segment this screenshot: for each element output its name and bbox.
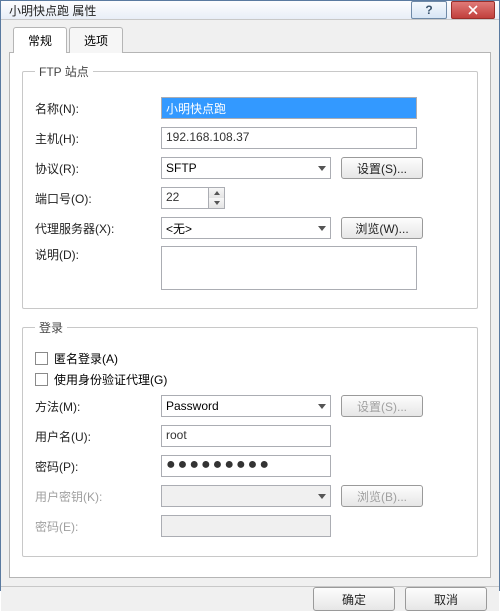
chevron-down-icon: [318, 494, 326, 499]
username-input[interactable]: root: [161, 425, 331, 447]
group-ftp-legend: FTP 站点: [35, 63, 93, 80]
port-input[interactable]: 22: [161, 187, 209, 209]
spin-buttons[interactable]: [209, 187, 225, 209]
spin-up-button[interactable]: [209, 188, 224, 198]
username-label: 用户名(U):: [35, 428, 161, 445]
close-icon: [468, 5, 478, 15]
protocol-combo[interactable]: SFTP: [161, 157, 331, 179]
group-ftp-site: FTP 站点 名称(N): 小明快点跑 主机(H): 192.168.108.3…: [22, 63, 478, 309]
passphrase-input: [161, 515, 331, 537]
description-textarea[interactable]: [161, 246, 417, 290]
dialog-window: 小明快点跑 属性 ? 常规 选项 FTP 站点 名称(N): 小明快点跑 主机(…: [0, 0, 500, 591]
caret-down-icon: [214, 201, 220, 205]
protocol-label: 协议(R):: [35, 160, 161, 177]
method-value: Password: [166, 399, 219, 413]
help-button[interactable]: ?: [411, 1, 447, 19]
protocol-value: SFTP: [166, 161, 197, 175]
tab-panel-general: FTP 站点 名称(N): 小明快点跑 主机(H): 192.168.108.3…: [9, 52, 491, 578]
host-label: 主机(H):: [35, 130, 161, 147]
port-label: 端口号(O):: [35, 190, 161, 207]
tab-options[interactable]: 选项: [69, 27, 123, 53]
password-input[interactable]: ●●●●●●●●●: [161, 455, 331, 477]
protocol-settings-button[interactable]: 设置(S)...: [341, 157, 423, 179]
userkey-combo: [161, 485, 331, 507]
port-spinner[interactable]: 22: [161, 187, 225, 209]
checkbox-box-icon: [35, 373, 48, 386]
chevron-down-icon: [318, 404, 326, 409]
method-settings-button: 设置(S)...: [341, 395, 423, 417]
group-login-legend: 登录: [35, 319, 67, 336]
tab-general[interactable]: 常规: [13, 27, 67, 53]
password-label: 密码(P):: [35, 458, 161, 475]
proxy-browse-button[interactable]: 浏览(W)...: [341, 217, 423, 239]
name-input[interactable]: 小明快点跑: [161, 97, 417, 119]
anonymous-checkbox[interactable]: 匿名登录(A): [35, 350, 465, 367]
window-title: 小明快点跑 属性: [9, 2, 407, 19]
userkey-label: 用户密钥(K):: [35, 488, 161, 505]
method-label: 方法(M):: [35, 398, 161, 415]
anonymous-label: 匿名登录(A): [54, 350, 118, 367]
userkey-browse-button: 浏览(B)...: [341, 485, 423, 507]
group-login: 登录 匿名登录(A) 使用身份验证代理(G) 方法(M): Password: [22, 319, 478, 557]
spin-down-button[interactable]: [209, 198, 224, 208]
proxy-combo[interactable]: <无>: [161, 217, 331, 239]
name-label: 名称(N):: [35, 100, 161, 117]
proxy-value: <无>: [166, 220, 192, 237]
authagent-label: 使用身份验证代理(G): [54, 371, 167, 388]
method-combo[interactable]: Password: [161, 395, 331, 417]
tab-strip: 常规 选项: [13, 26, 491, 52]
passphrase-label: 密码(E):: [35, 518, 161, 535]
description-label: 说明(D):: [35, 246, 161, 263]
chevron-down-icon: [318, 166, 326, 171]
chevron-down-icon: [318, 226, 326, 231]
titlebar: 小明快点跑 属性 ?: [1, 1, 499, 20]
checkbox-box-icon: [35, 352, 48, 365]
host-input[interactable]: 192.168.108.37: [161, 127, 417, 149]
caret-up-icon: [214, 191, 220, 195]
authagent-checkbox[interactable]: 使用身份验证代理(G): [35, 371, 465, 388]
client-area: 常规 选项 FTP 站点 名称(N): 小明快点跑 主机(H): 192.168…: [1, 20, 499, 586]
close-button[interactable]: [451, 1, 495, 19]
dialog-footer: 确定 取消: [1, 586, 499, 611]
proxy-label: 代理服务器(X):: [35, 220, 161, 237]
